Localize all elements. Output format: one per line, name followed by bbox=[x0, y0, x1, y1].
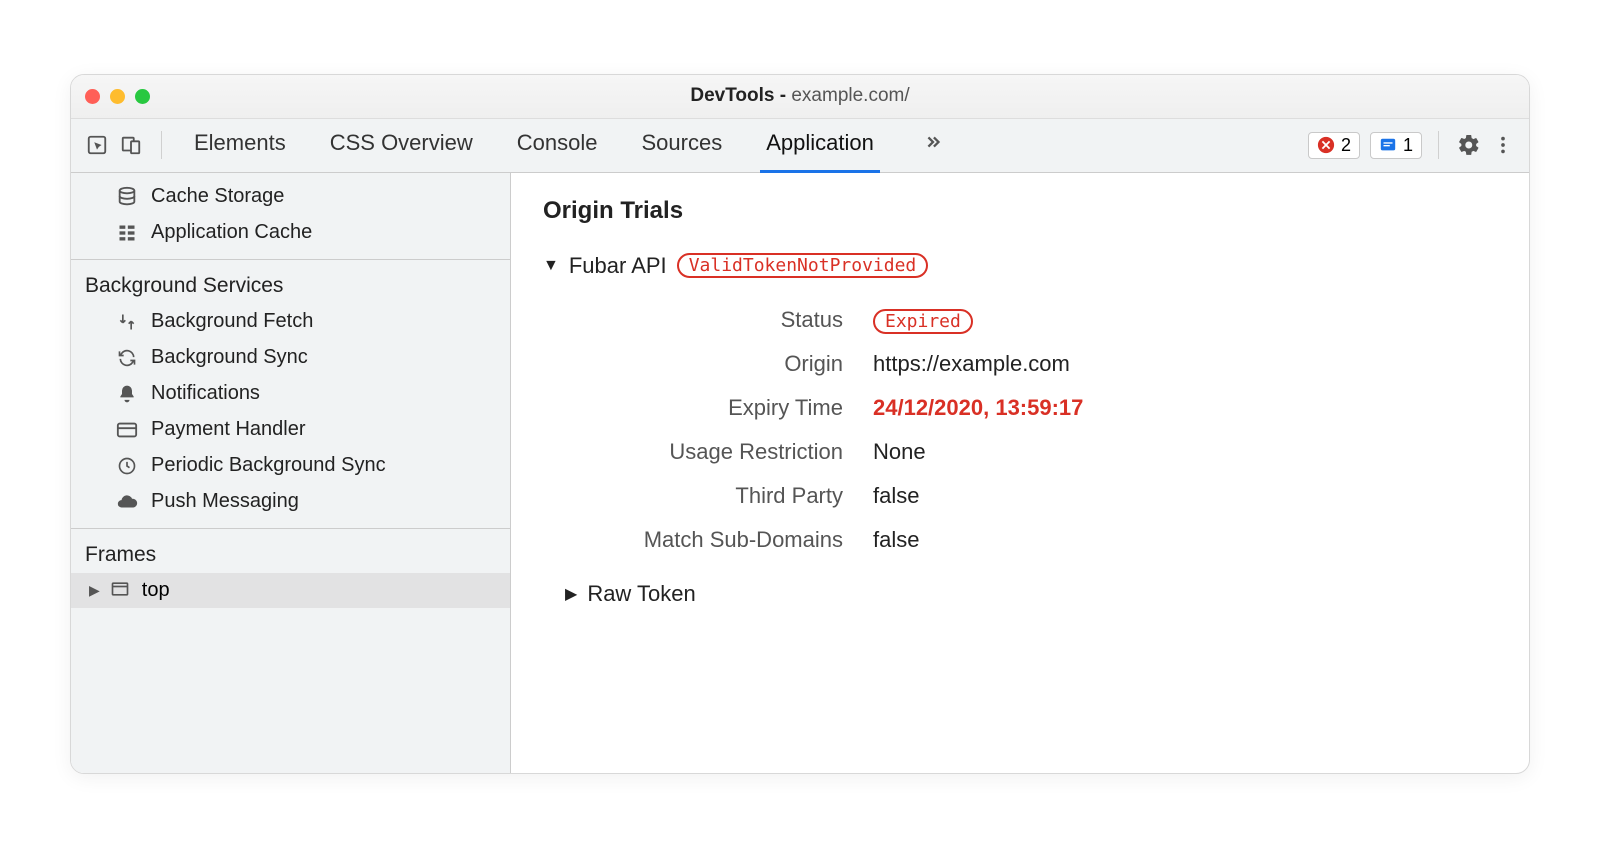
sidebar-divider-2 bbox=[71, 528, 510, 529]
usage-restriction-value: None bbox=[873, 439, 1497, 465]
errors-badge[interactable]: 2 bbox=[1308, 132, 1360, 159]
issues-badge[interactable]: 1 bbox=[1370, 132, 1422, 159]
toolbar-separator bbox=[161, 131, 162, 159]
match-subdomains-label: Match Sub-Domains bbox=[553, 527, 873, 553]
main-toolbar: Elements CSS Overview Console Sources Ap… bbox=[71, 119, 1529, 173]
frame-label: top bbox=[142, 579, 170, 602]
grid-icon bbox=[115, 221, 139, 245]
sidebar-item-label: Background Fetch bbox=[151, 310, 313, 333]
third-party-value: false bbox=[873, 483, 1497, 509]
frame-icon bbox=[110, 579, 132, 601]
collapse-triangle-icon: ▼ bbox=[543, 257, 559, 275]
devtools-window: DevTools - example.com/ Elements CSS Ove… bbox=[70, 74, 1530, 774]
window-title-url: example.com/ bbox=[791, 85, 909, 106]
settings-gear-icon[interactable] bbox=[1455, 131, 1483, 159]
origin-trial-row[interactable]: ▼ Fubar API ValidTokenNotProvided bbox=[543, 253, 1497, 279]
usage-restriction-label: Usage Restriction bbox=[553, 439, 873, 465]
expiry-value: 24/12/2020, 13:59:17 bbox=[873, 395, 1497, 421]
expand-triangle-icon: ▶ bbox=[565, 584, 577, 604]
sidebar-item-label: Background Sync bbox=[151, 346, 308, 369]
sidebar-heading-background-services: Background Services bbox=[71, 268, 510, 304]
page-title: Origin Trials bbox=[543, 197, 1497, 225]
status-value: Expired bbox=[873, 307, 1497, 333]
sidebar-item-payment-handler[interactable]: Payment Handler bbox=[71, 412, 510, 448]
tabs-overflow-icon[interactable] bbox=[912, 131, 954, 159]
raw-token-row[interactable]: ▶ Raw Token bbox=[565, 581, 1497, 607]
fetch-icon bbox=[115, 310, 139, 334]
origin-label: Origin bbox=[553, 351, 873, 377]
sidebar-item-background-fetch[interactable]: Background Fetch bbox=[71, 304, 510, 340]
sidebar-heading-frames: Frames bbox=[71, 537, 510, 573]
minimize-window-button[interactable] bbox=[110, 89, 125, 104]
clock-icon bbox=[115, 454, 139, 478]
maximize-window-button[interactable] bbox=[135, 89, 150, 104]
traffic-lights bbox=[85, 89, 150, 104]
inspect-element-icon[interactable] bbox=[83, 131, 111, 159]
sidebar-item-background-sync[interactable]: Background Sync bbox=[71, 340, 510, 376]
sidebar-item-application-cache[interactable]: Application Cache bbox=[71, 215, 510, 251]
tab-console[interactable]: Console bbox=[511, 118, 604, 173]
credit-card-icon bbox=[115, 418, 139, 442]
sidebar-item-label: Push Messaging bbox=[151, 490, 299, 513]
trial-name: Fubar API bbox=[569, 253, 667, 279]
sidebar-item-label: Application Cache bbox=[151, 221, 312, 244]
window-title: DevTools - example.com/ bbox=[71, 85, 1529, 107]
window-title-prefix: DevTools - bbox=[690, 85, 791, 106]
issues-icon bbox=[1379, 136, 1397, 154]
third-party-label: Third Party bbox=[553, 483, 873, 509]
sidebar-divider bbox=[71, 259, 510, 260]
sidebar-item-periodic-background-sync[interactable]: Periodic Background Sync bbox=[71, 448, 510, 484]
toolbar-separator-2 bbox=[1438, 131, 1439, 159]
toolbar-badges: 2 1 bbox=[1308, 132, 1422, 159]
error-icon bbox=[1317, 136, 1335, 154]
raw-token-label: Raw Token bbox=[587, 581, 695, 607]
sidebar-item-push-messaging[interactable]: Push Messaging bbox=[71, 484, 510, 520]
database-icon bbox=[115, 185, 139, 209]
sidebar-item-cache-storage[interactable]: Cache Storage bbox=[71, 179, 510, 215]
sidebar-item-label: Notifications bbox=[151, 382, 260, 405]
panel-body: Cache Storage Application Cache Backgrou… bbox=[71, 173, 1529, 773]
status-label: Status bbox=[553, 307, 873, 333]
expiry-label: Expiry Time bbox=[553, 395, 873, 421]
sidebar-item-label: Periodic Background Sync bbox=[151, 454, 386, 477]
trial-error-badge: ValidTokenNotProvided bbox=[677, 253, 929, 278]
tab-application[interactable]: Application bbox=[760, 118, 880, 173]
cloud-icon bbox=[115, 490, 139, 514]
close-window-button[interactable] bbox=[85, 89, 100, 104]
kebab-menu-icon[interactable] bbox=[1489, 131, 1517, 159]
trial-details: Status Expired Origin https://example.co… bbox=[553, 307, 1497, 553]
tab-elements[interactable]: Elements bbox=[188, 118, 292, 173]
device-toggle-icon[interactable] bbox=[117, 131, 145, 159]
sidebar-item-label: Cache Storage bbox=[151, 185, 284, 208]
title-bar: DevTools - example.com/ bbox=[71, 75, 1529, 119]
panel-tabs: Elements CSS Overview Console Sources Ap… bbox=[188, 118, 1302, 173]
origin-value: https://example.com bbox=[873, 351, 1497, 377]
errors-count: 2 bbox=[1341, 135, 1351, 156]
application-sidebar: Cache Storage Application Cache Backgrou… bbox=[71, 173, 511, 773]
tab-sources[interactable]: Sources bbox=[635, 118, 728, 173]
main-panel: Origin Trials ▼ Fubar API ValidTokenNotP… bbox=[511, 173, 1529, 773]
sync-icon bbox=[115, 346, 139, 370]
sidebar-frame-top[interactable]: ▶ top bbox=[71, 573, 510, 608]
sidebar-item-notifications[interactable]: Notifications bbox=[71, 376, 510, 412]
issues-count: 1 bbox=[1403, 135, 1413, 156]
match-subdomains-value: false bbox=[873, 527, 1497, 553]
tab-css-overview[interactable]: CSS Overview bbox=[324, 118, 479, 173]
sidebar-item-label: Payment Handler bbox=[151, 418, 306, 441]
status-badge: Expired bbox=[873, 309, 973, 334]
expand-triangle-icon: ▶ bbox=[89, 582, 100, 599]
bell-icon bbox=[115, 382, 139, 406]
